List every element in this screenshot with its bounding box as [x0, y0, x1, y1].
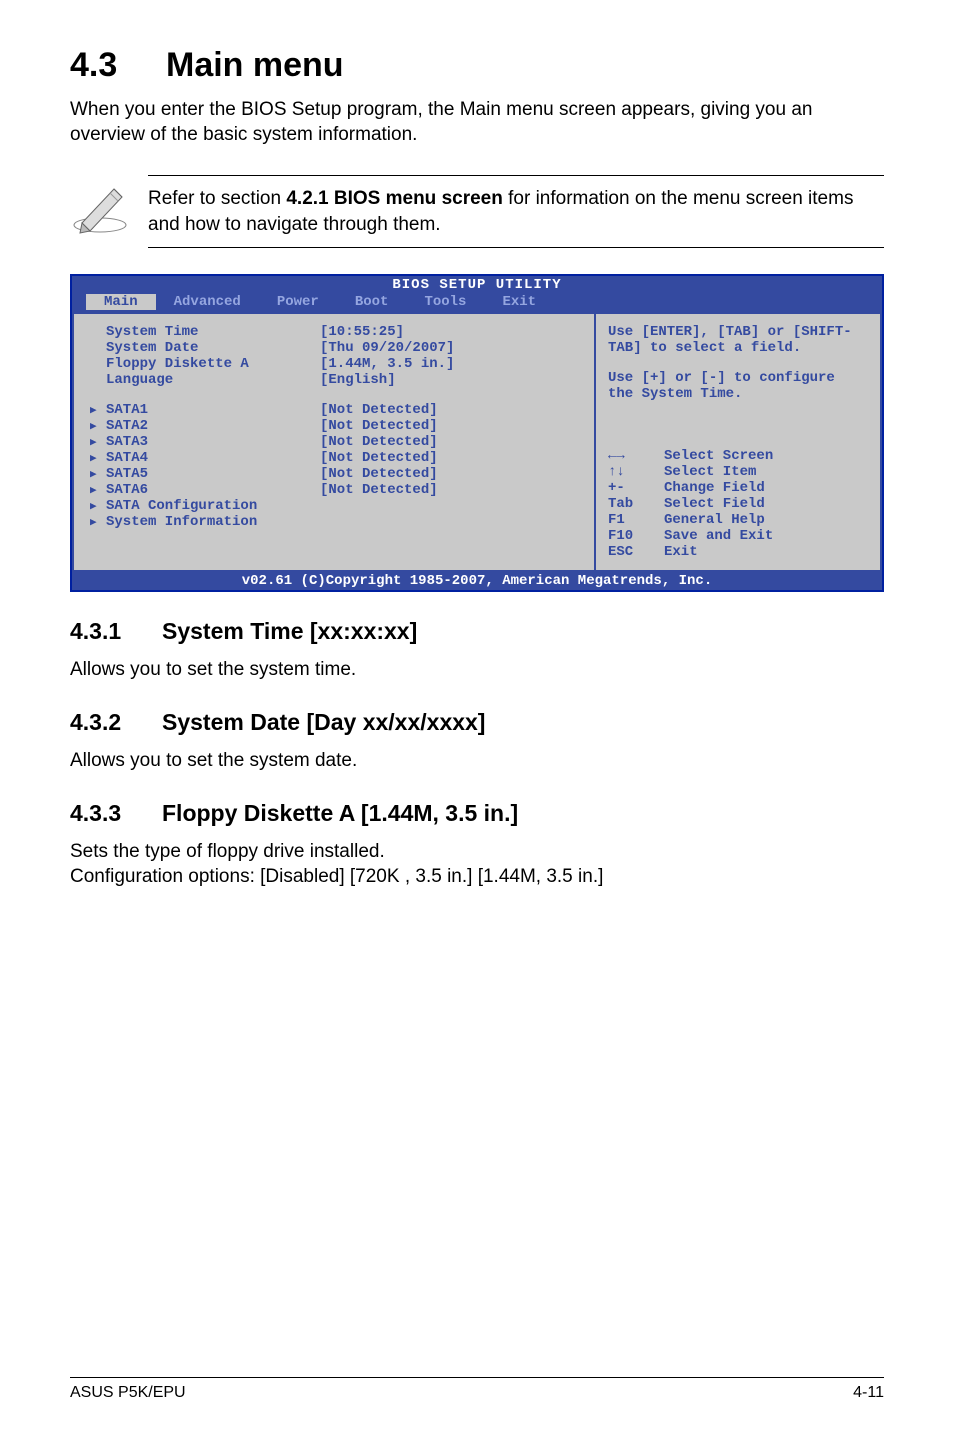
key-symbol: ESC [608, 544, 664, 560]
bios-submenu-label[interactable]: SATA6 [90, 482, 320, 498]
intro-paragraph: When you enter the BIOS Setup program, t… [70, 97, 884, 147]
note-box: Refer to section 4.2.1 BIOS menu screen … [70, 175, 884, 248]
key-symbol: +- [608, 480, 664, 496]
bios-tab-advanced[interactable]: Advanced [156, 294, 259, 310]
bios-screenshot: BIOS SETUP UTILITY Main Advanced Power B… [70, 274, 884, 592]
bios-tab-power[interactable]: Power [259, 294, 337, 310]
section-heading: 4.3.2System Date [Day xx/xx/xxxx] [70, 709, 884, 736]
page-heading: 4.3Main menu [70, 46, 884, 85]
key-symbol: ←→ [608, 448, 664, 464]
bios-submenu-label[interactable]: SATA2 [90, 418, 320, 434]
bios-submenu-label[interactable]: SATA Configuration [90, 498, 320, 514]
bios-item-label[interactable]: Language [90, 372, 320, 388]
note-text: Refer to section 4.2.1 BIOS menu screen … [148, 175, 884, 248]
bios-tab-boot[interactable]: Boot [337, 294, 407, 310]
key-desc: Save and Exit [664, 528, 773, 544]
key-symbol: Tab [608, 496, 664, 512]
page-footer: ASUS P5K/EPU 4-11 [70, 1377, 884, 1402]
bios-item-value: [Not Detected] [320, 434, 438, 450]
section-number: 4.3.1 [70, 618, 162, 645]
bios-item-value[interactable]: [1.44M, 3.5 in.] [320, 356, 454, 372]
bios-submenu-label[interactable]: System Information [90, 514, 320, 530]
bios-item-value: [Not Detected] [320, 466, 438, 482]
section-title: System Time [xx:xx:xx] [162, 618, 417, 644]
bios-submenu-label[interactable]: SATA4 [90, 450, 320, 466]
bios-tab-exit[interactable]: Exit [484, 294, 554, 310]
key-symbol: F10 [608, 528, 664, 544]
heading-number: 4.3 [70, 46, 166, 85]
bios-item-label[interactable]: Floppy Diskette A [90, 356, 320, 372]
bios-item-value: [Not Detected] [320, 402, 438, 418]
key-symbol: F1 [608, 512, 664, 528]
bios-item-label[interactable]: System Date [90, 340, 320, 356]
bios-item-value[interactable]: [English] [320, 372, 396, 388]
key-desc: Exit [664, 544, 698, 560]
key-desc: Change Field [664, 480, 765, 496]
bios-left-pane: System Time[10:55:25] System Date[Thu 09… [72, 312, 595, 572]
bios-tab-main[interactable]: Main [86, 294, 156, 310]
bios-submenu-label[interactable]: SATA5 [90, 466, 320, 482]
bios-item-value: [Not Detected] [320, 418, 438, 434]
bios-item-value[interactable]: [Thu 09/20/2007] [320, 340, 454, 356]
bios-item-value[interactable]: [10:55:25] [320, 324, 404, 340]
note-bold: 4.2.1 BIOS menu screen [286, 188, 503, 209]
heading-title: Main menu [166, 46, 344, 84]
section-body: Allows you to set the system time. [70, 657, 884, 683]
section-body: Sets the type of floppy drive installed.… [70, 839, 884, 890]
pencil-icon [70, 175, 130, 235]
bios-key-legend: ←→Select Screen ↑↓Select Item +-Change F… [608, 448, 868, 560]
bios-title: BIOS SETUP UTILITY [72, 276, 882, 294]
bios-item-label[interactable]: System Time [90, 324, 320, 340]
bios-help-pane: Use [ENTER], [TAB] or [SHIFT-TAB] to sel… [595, 312, 882, 572]
bios-help-text-1: Use [ENTER], [TAB] or [SHIFT-TAB] to sel… [608, 324, 868, 356]
section-body: Allows you to set the system date. [70, 748, 884, 774]
bios-copyright: v02.61 (C)Copyright 1985-2007, American … [72, 572, 882, 590]
key-symbol: ↑↓ [608, 464, 664, 480]
footer-right: 4-11 [853, 1384, 884, 1402]
bios-submenu-label[interactable]: SATA1 [90, 402, 320, 418]
key-desc: General Help [664, 512, 765, 528]
bios-submenu-label[interactable]: SATA3 [90, 434, 320, 450]
bios-help-text-2: Use [+] or [-] to configure the System T… [608, 370, 868, 402]
key-desc: Select Item [664, 464, 756, 480]
section-heading: 4.3.1System Time [xx:xx:xx] [70, 618, 884, 645]
section-heading: 4.3.3Floppy Diskette A [1.44M, 3.5 in.] [70, 800, 884, 827]
footer-left: ASUS P5K/EPU [70, 1384, 186, 1402]
section-number: 4.3.3 [70, 800, 162, 827]
bios-tab-bar: Main Advanced Power Boot Tools Exit [72, 294, 882, 312]
bios-item-value: [Not Detected] [320, 482, 438, 498]
key-desc: Select Field [664, 496, 765, 512]
section-number: 4.3.2 [70, 709, 162, 736]
bios-tab-tools[interactable]: Tools [406, 294, 484, 310]
key-desc: Select Screen [664, 448, 773, 464]
note-pre: Refer to section [148, 188, 286, 209]
section-title: Floppy Diskette A [1.44M, 3.5 in.] [162, 800, 518, 826]
section-title: System Date [Day xx/xx/xxxx] [162, 709, 485, 735]
bios-item-value: [Not Detected] [320, 450, 438, 466]
